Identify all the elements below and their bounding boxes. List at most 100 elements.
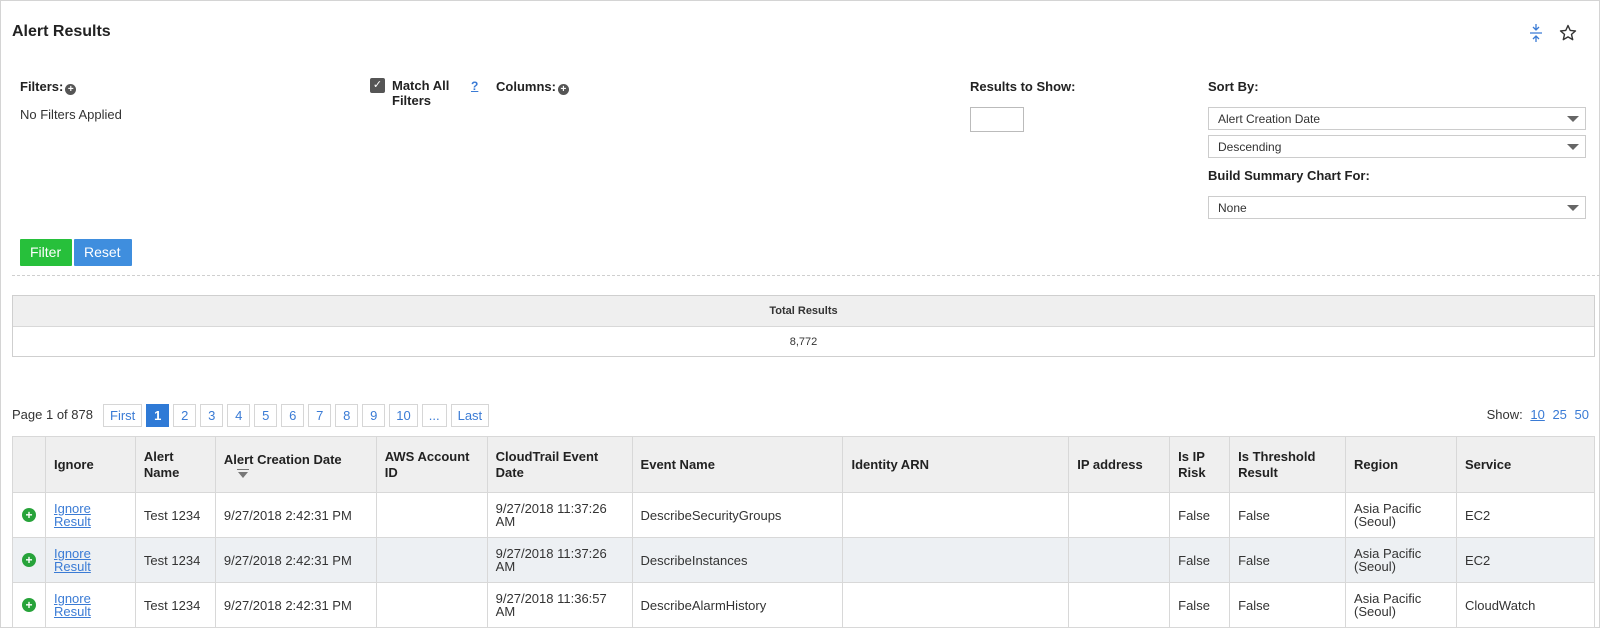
filter-button[interactable]: Filter bbox=[20, 239, 72, 266]
service-cell: EC2 bbox=[1455, 537, 1596, 583]
title-actions bbox=[1529, 23, 1577, 43]
star-icon[interactable] bbox=[1559, 24, 1577, 42]
filters-label: Filters: + bbox=[20, 79, 77, 95]
page-1[interactable]: 1 bbox=[146, 404, 170, 427]
col-header-aws-account-id[interactable]: AWS Account ID bbox=[375, 436, 488, 493]
match-all-label-line1: Match All bbox=[392, 78, 450, 93]
col-header-alert-creation-date-text: Alert Creation Date bbox=[223, 451, 342, 467]
service-cell: EC2 bbox=[1455, 492, 1596, 538]
identity-arn-cell bbox=[842, 537, 1070, 583]
alert-results-panel: Alert Results Filters: + No Filters Appli… bbox=[0, 0, 1600, 628]
region-cell: Asia Pacific (Seoul) bbox=[1345, 537, 1457, 583]
page-3[interactable]: 3 bbox=[200, 404, 224, 427]
page-ellipsis[interactable]: ... bbox=[421, 404, 447, 427]
results-to-show-label: Results to Show: bbox=[970, 79, 1076, 94]
page-9[interactable]: 9 bbox=[362, 404, 386, 427]
pagination: First 1 2 3 4 5 6 7 8 9 10 ... Last bbox=[103, 404, 490, 427]
reset-button[interactable]: Reset bbox=[74, 239, 132, 266]
page-last[interactable]: Last bbox=[450, 404, 490, 427]
col-header-is-threshold-result[interactable]: Is Threshold Result bbox=[1229, 436, 1347, 493]
ignore-cell: Ignore Result bbox=[44, 492, 136, 538]
page-first[interactable]: First bbox=[103, 404, 143, 427]
col-header-cloudtrail-event-date[interactable]: CloudTrail Event Date bbox=[486, 436, 633, 493]
expand-row-icon[interactable]: + bbox=[21, 553, 36, 567]
ignore-cell: Ignore Result bbox=[44, 537, 136, 583]
ip-address-cell bbox=[1068, 582, 1171, 628]
expand-row-icon[interactable]: + bbox=[21, 598, 36, 612]
total-results-box: Total Results 8,772 bbox=[12, 295, 1595, 357]
table-header-row: Ignore Alert Name Alert Creation Date AW… bbox=[12, 436, 1596, 493]
threshold-cell: False bbox=[1229, 537, 1347, 583]
service-cell: CloudWatch bbox=[1455, 582, 1596, 628]
event-name-cell: DescribeAlarmHistory bbox=[631, 582, 844, 628]
results-table: Ignore Alert Name Alert Creation Date AW… bbox=[12, 436, 1596, 628]
page-size-25[interactable]: 25 bbox=[1552, 407, 1566, 422]
table-row: + Ignore Result Test 1234 9/27/2018 2:42… bbox=[12, 582, 1596, 628]
page-7[interactable]: 7 bbox=[308, 404, 332, 427]
creation-date-cell: 9/27/2018 2:42:31 PM bbox=[214, 582, 377, 628]
col-header-identity-arn[interactable]: Identity ARN bbox=[842, 436, 1070, 493]
creation-date-cell: 9/27/2018 2:42:31 PM bbox=[214, 537, 377, 583]
alert-name-cell: Test 1234 bbox=[134, 492, 216, 538]
col-header-alert-name[interactable]: Alert Name bbox=[134, 436, 216, 493]
threshold-cell: False bbox=[1229, 582, 1347, 628]
sort-order-value: Descending bbox=[1218, 140, 1282, 154]
table-row: + Ignore Result Test 1234 9/27/2018 2:42… bbox=[12, 492, 1596, 538]
col-header-is-ip-risk[interactable]: Is IP Risk bbox=[1169, 436, 1231, 493]
account-id-cell bbox=[375, 537, 488, 583]
expand-cell: + bbox=[12, 537, 46, 583]
add-filter-icon[interactable]: + bbox=[65, 84, 77, 95]
page-2[interactable]: 2 bbox=[173, 404, 197, 427]
col-header-region[interactable]: Region bbox=[1345, 436, 1457, 493]
chevron-down-icon bbox=[1567, 205, 1579, 211]
sort-by-label: Sort By: bbox=[1208, 79, 1259, 94]
sort-field-select[interactable]: Alert Creation Date bbox=[1208, 107, 1586, 130]
page-size-50[interactable]: 50 bbox=[1575, 407, 1589, 422]
add-column-icon[interactable]: + bbox=[557, 84, 569, 95]
page-size-10[interactable]: 10 bbox=[1530, 407, 1544, 422]
columns-label-text: Columns: bbox=[496, 79, 556, 94]
alert-name-cell: Test 1234 bbox=[134, 582, 216, 628]
event-name-cell: DescribeInstances bbox=[631, 537, 844, 583]
chevron-down-icon bbox=[1567, 116, 1579, 122]
account-id-cell bbox=[375, 582, 488, 628]
identity-arn-cell bbox=[842, 492, 1070, 538]
col-header-alert-creation-date[interactable]: Alert Creation Date bbox=[214, 436, 377, 493]
threshold-cell: False bbox=[1229, 492, 1347, 538]
col-header-ip-address[interactable]: IP address bbox=[1068, 436, 1171, 493]
filters-label-text: Filters: bbox=[20, 79, 64, 94]
page-10[interactable]: 10 bbox=[389, 404, 418, 427]
ignore-result-link[interactable]: Ignore Result bbox=[54, 501, 91, 529]
alert-name-cell: Test 1234 bbox=[134, 537, 216, 583]
page-size-selector: Show: 10 25 50 bbox=[1487, 407, 1589, 422]
summary-chart-select[interactable]: None bbox=[1208, 196, 1586, 219]
table-row: + Ignore Result Test 1234 9/27/2018 2:42… bbox=[12, 537, 1596, 583]
col-header-expand bbox=[12, 436, 46, 493]
expand-row-icon[interactable]: + bbox=[21, 508, 36, 522]
page-8[interactable]: 8 bbox=[335, 404, 359, 427]
page-5[interactable]: 5 bbox=[254, 404, 278, 427]
match-all-checkbox[interactable]: ✓ bbox=[370, 78, 385, 93]
sort-order-select[interactable]: Descending bbox=[1208, 135, 1586, 158]
sort-desc-icon bbox=[236, 468, 249, 478]
chevron-down-icon bbox=[1567, 144, 1579, 150]
columns-label: Columns: + bbox=[496, 79, 569, 95]
summary-chart-label: Build Summary Chart For: bbox=[1208, 168, 1370, 183]
results-to-show-input[interactable] bbox=[970, 107, 1024, 132]
col-header-service[interactable]: Service bbox=[1455, 436, 1596, 493]
help-link[interactable]: ? bbox=[471, 79, 478, 93]
identity-arn-cell bbox=[842, 582, 1070, 628]
collapse-icon[interactable] bbox=[1529, 23, 1543, 43]
page-6[interactable]: 6 bbox=[281, 404, 305, 427]
ignore-result-link[interactable]: Ignore Result bbox=[54, 591, 91, 619]
col-header-ignore[interactable]: Ignore bbox=[44, 436, 136, 493]
match-all-label-line2: Filters bbox=[392, 93, 432, 108]
ignore-result-link[interactable]: Ignore Result bbox=[54, 546, 91, 574]
show-label: Show: bbox=[1486, 407, 1523, 422]
region-cell: Asia Pacific (Seoul) bbox=[1345, 582, 1457, 628]
ip-risk-cell: False bbox=[1169, 492, 1231, 538]
col-header-event-name[interactable]: Event Name bbox=[631, 436, 844, 493]
event-date-cell: 9/27/2018 11:37:26 AM bbox=[486, 492, 633, 538]
ip-address-cell bbox=[1068, 537, 1171, 583]
page-4[interactable]: 4 bbox=[227, 404, 251, 427]
